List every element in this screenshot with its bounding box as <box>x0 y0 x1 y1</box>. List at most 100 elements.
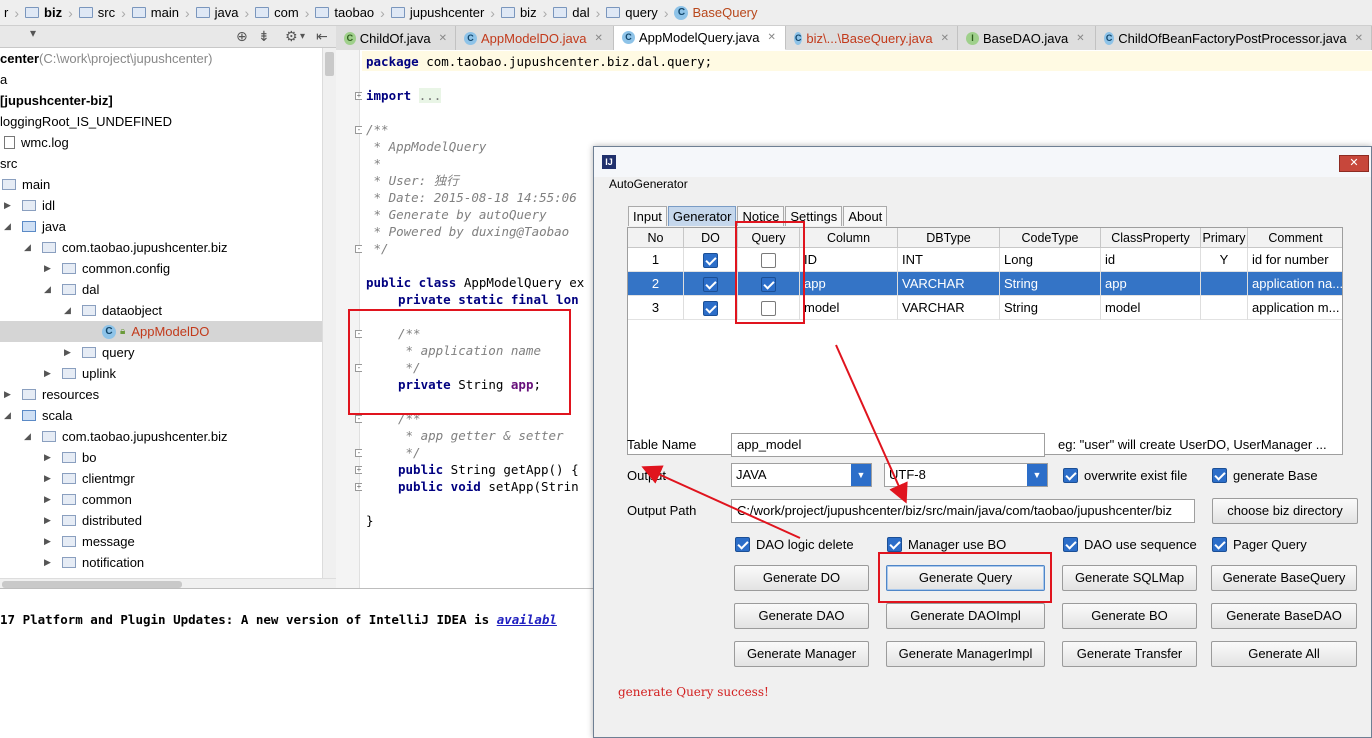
tab-childofbeanfactory[interactable]: C ChildOfBeanFactoryPostProcessor.java ✕ <box>1096 26 1372 50</box>
breadcrumb-item[interactable]: java <box>192 5 243 20</box>
gear-icon[interactable]: ⚙ <box>285 28 298 45</box>
tab-childof[interactable]: C ChildOf.java ✕ <box>336 26 456 50</box>
tab-about[interactable]: About <box>843 206 888 226</box>
dao-logic-delete-checkbox[interactable]: DAO logic delete <box>735 537 854 552</box>
expand-arrow-icon[interactable]: ▶ <box>44 368 54 379</box>
close-tab-icon[interactable]: ✕ <box>1076 33 1084 44</box>
overwrite-checkbox[interactable]: overwrite exist file <box>1063 468 1187 483</box>
column-header[interactable]: CodeType <box>1000 228 1101 248</box>
generate-manager-button[interactable]: Generate Manager <box>734 641 869 667</box>
expand-arrow-icon[interactable]: ▶ <box>44 536 54 547</box>
folded-region[interactable]: ... <box>418 88 442 103</box>
breadcrumb-item[interactable]: C BaseQuery <box>670 5 761 20</box>
tree-item[interactable]: ◢ com.taobao.jupushcenter.biz <box>0 426 322 447</box>
generate-basedao-button[interactable]: Generate BaseDAO <box>1211 603 1357 629</box>
dialog-titlebar[interactable]: IJ ✕ <box>594 147 1371 177</box>
tab-appmodeldo[interactable]: C AppModelDO.java ✕ <box>456 26 614 50</box>
expand-arrow-icon[interactable]: ▶ <box>4 389 14 400</box>
collapse-arrow-icon[interactable]: ◢ <box>24 242 34 253</box>
tree-item[interactable]: wmc.log <box>0 132 322 153</box>
breadcrumb-item[interactable]: dal <box>549 5 593 20</box>
tree-item[interactable]: ▶ resources <box>0 384 322 405</box>
close-tab-icon[interactable]: ✕ <box>595 33 603 44</box>
breadcrumb-item[interactable]: jupushcenter <box>387 5 488 20</box>
column-header[interactable]: DO <box>684 228 738 248</box>
expand-arrow-icon[interactable]: ▶ <box>44 452 54 463</box>
notification-link[interactable]: availabl <box>497 612 557 627</box>
expand-arrow-icon[interactable]: ▶ <box>44 494 54 505</box>
collapse-arrow-icon[interactable]: ◢ <box>64 305 74 316</box>
checkbox-box[interactable] <box>1212 537 1227 552</box>
tree-item[interactable]: center (C:\work\project\jupushcenter) <box>0 48 322 69</box>
tree-item[interactable]: ◢ dal <box>0 279 322 300</box>
collapse-arrow-icon[interactable]: ◢ <box>4 410 14 421</box>
checkbox-box[interactable] <box>735 537 750 552</box>
tree-item[interactable]: [jupushcenter-biz] <box>0 90 322 111</box>
close-icon[interactable]: ✕ <box>1339 155 1369 172</box>
column-header[interactable]: Primary <box>1201 228 1248 248</box>
breadcrumb-item[interactable]: src <box>75 5 119 20</box>
generate-base-checkbox[interactable]: generate Base <box>1212 468 1318 483</box>
tree-item[interactable]: main <box>0 174 322 195</box>
collapse-arrow-icon[interactable]: ◢ <box>4 221 14 232</box>
tree-item[interactable]: ▶ query <box>0 342 322 363</box>
collapse-all-icon[interactable]: ⇟ <box>258 28 270 45</box>
output-encoding-select[interactable]: UTF-8 ▼ <box>884 463 1048 487</box>
tab-basequery[interactable]: Cbiz\...\BaseQuery.java ✕ <box>786 26 958 50</box>
tree-item[interactable]: ▶ common.config <box>0 258 322 279</box>
generate-dao-button[interactable]: Generate DAO <box>734 603 869 629</box>
hide-panel-icon[interactable]: ⇤ <box>316 28 328 45</box>
checkbox-box[interactable] <box>1063 537 1078 552</box>
tree-item[interactable]: ▶ clientmgr <box>0 468 322 489</box>
collapse-arrow-icon[interactable]: ◢ <box>24 431 34 442</box>
generate-sqlmap-button[interactable]: Generate SQLMap <box>1062 565 1197 591</box>
tree-item[interactable]: ◢ java <box>0 216 322 237</box>
generate-transfer-button[interactable]: Generate Transfer <box>1062 641 1197 667</box>
close-tab-icon[interactable]: ✕ <box>767 32 775 43</box>
tree-item[interactable]: ▶ bo <box>0 447 322 468</box>
tree-item[interactable]: ▶ uplink <box>0 363 322 384</box>
breadcrumb-item[interactable]: r <box>0 5 12 20</box>
generate-do-button[interactable]: Generate DO <box>734 565 869 591</box>
expand-arrow-icon[interactable]: ▶ <box>4 200 14 211</box>
close-tab-icon[interactable]: ✕ <box>1355 33 1363 44</box>
checkbox-box[interactable] <box>887 537 902 552</box>
collapse-arrow-icon[interactable]: ◢ <box>44 284 54 295</box>
output-language-select[interactable]: JAVA ▼ <box>731 463 872 487</box>
tree-vertical-scrollbar[interactable] <box>322 48 336 578</box>
expand-arrow-icon[interactable]: ▶ <box>44 557 54 568</box>
tree-item[interactable]: ◢ scala <box>0 405 322 426</box>
manager-use-bo-checkbox[interactable]: Manager use BO <box>887 537 1006 552</box>
table-name-input[interactable]: app_model <box>731 433 1045 457</box>
column-header[interactable]: Column <box>800 228 898 248</box>
breadcrumb-item[interactable]: biz <box>497 5 541 20</box>
output-path-input[interactable]: C:/work/project/jupushcenter/biz/src/mai… <box>731 499 1195 523</box>
close-tab-icon[interactable]: ✕ <box>941 33 949 44</box>
breadcrumb-item[interactable]: biz <box>21 5 66 20</box>
tab-input[interactable]: Input <box>628 206 667 226</box>
tree-item[interactable]: ◢ dataobject <box>0 300 322 321</box>
column-header[interactable]: No <box>628 228 684 248</box>
column-header[interactable]: ClassProperty <box>1101 228 1201 248</box>
generate-all-button[interactable]: Generate All <box>1211 641 1357 667</box>
tree-item[interactable]: ▶ idl <box>0 195 322 216</box>
tree-item[interactable]: ▶ common <box>0 489 322 510</box>
generate-basequery-button[interactable]: Generate BaseQuery <box>1211 565 1357 591</box>
tree-item[interactable]: loggingRoot_IS_UNDEFINED <box>0 111 322 132</box>
generate-bo-button[interactable]: Generate BO <box>1062 603 1197 629</box>
generate-daoimpl-button[interactable]: Generate DAOImpl <box>886 603 1045 629</box>
checkbox-box[interactable] <box>1212 468 1227 483</box>
breadcrumb-item[interactable]: taobao <box>311 5 378 20</box>
expand-arrow-icon[interactable]: ▶ <box>64 347 74 358</box>
tab-appmodelquery[interactable]: C AppModelQuery.java ✕ <box>614 26 786 50</box>
do-checkbox[interactable] <box>703 301 718 317</box>
scrollbar-thumb[interactable] <box>2 581 182 588</box>
column-header[interactable]: Comment <box>1248 228 1342 248</box>
tree-item[interactable]: ▶ distributed <box>0 510 322 531</box>
breadcrumb-item[interactable]: com <box>251 5 303 20</box>
view-dropdown-icon[interactable]: ▾ <box>30 26 36 40</box>
gear-dropdown-icon[interactable]: ▾ <box>300 31 305 42</box>
tree-item[interactable]: src <box>0 153 322 174</box>
tree-item-selected[interactable]: C 🔒︎ AppModelDO <box>0 321 322 342</box>
pager-query-checkbox[interactable]: Pager Query <box>1212 537 1307 552</box>
